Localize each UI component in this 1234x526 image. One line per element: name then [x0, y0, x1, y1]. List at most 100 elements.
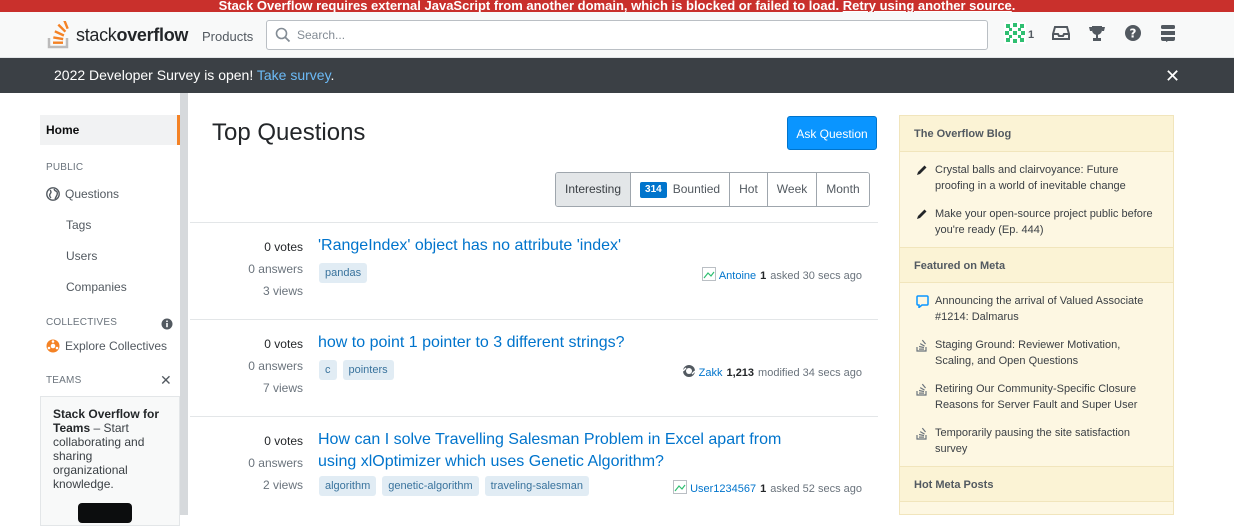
- view-count: 2 views: [262, 478, 303, 492]
- inbox-button[interactable]: [1052, 25, 1071, 46]
- blog-post-link[interactable]: Make your open-source project public bef…: [900, 200, 1173, 247]
- pencil-icon: [916, 164, 928, 181]
- user-link[interactable]: Zakk: [699, 367, 723, 379]
- featured-meta-header: Featured on Meta: [900, 247, 1173, 283]
- teams-promo-button[interactable]: [78, 503, 132, 523]
- stack-logo-icon: [916, 427, 928, 445]
- meta-post-title: Staging Ground: Reviewer Motivation, Sca…: [935, 339, 1121, 367]
- avatar-identicon: [1004, 21, 1026, 49]
- meta-post-link[interactable]: Staging Ground: Reviewer Motivation, Sca…: [900, 331, 1173, 375]
- svg-text:?: ?: [1130, 26, 1137, 40]
- search-input[interactable]: [297, 26, 977, 44]
- teams-promo: Stack Overflow for Teams – Start collabo…: [40, 396, 180, 526]
- meta-post-title: Retiring Our Community-Specific Closure …: [935, 383, 1138, 411]
- tag-genetic-algorithm[interactable]: genetic-algorithm: [382, 476, 479, 496]
- stack-logo-icon: [916, 383, 928, 401]
- question-meta: Antoine 1 asked 30 secs ago: [701, 267, 862, 284]
- nav-tags[interactable]: Tags: [66, 218, 91, 232]
- blog-post-link[interactable]: Crystal balls and clairvoyance: Future p…: [900, 152, 1173, 200]
- nav-explore-collectives[interactable]: Explore Collectives: [46, 339, 167, 356]
- nav-section-collectives: COLLECTIVES: [46, 317, 118, 328]
- question-title-link[interactable]: How can I solve Travelling Salesman Prob…: [318, 429, 818, 473]
- right-sidebar: The Overflow Blog Crystal balls and clai…: [899, 115, 1174, 515]
- help-icon: ?: [1124, 24, 1142, 47]
- retry-link[interactable]: Retry using another source: [843, 0, 1012, 12]
- help-button[interactable]: ?: [1124, 24, 1142, 47]
- question-action-time: asked 52 secs ago: [770, 482, 862, 495]
- tag-pointers[interactable]: pointers: [342, 360, 394, 380]
- nav-section-teams: TEAMS: [46, 375, 82, 386]
- meta-post-link[interactable]: Temporarily pausing the site satisfactio…: [900, 419, 1173, 466]
- nav-explore-collectives-label: Explore Collectives: [65, 339, 168, 353]
- user-avatar-button[interactable]: 1: [1004, 21, 1035, 49]
- left-sidebar-scrollbar[interactable]: [180, 93, 188, 515]
- filter-week[interactable]: Week: [767, 173, 818, 206]
- tag-pandas[interactable]: pandas: [319, 263, 368, 283]
- stackoverflow-logo-icon: [46, 18, 72, 49]
- vote-count: 0 votes: [264, 240, 303, 254]
- question-meta: Zakk 1,213 modified 34 secs ago: [682, 364, 862, 381]
- bounty-count-badge: 314: [640, 181, 667, 198]
- answer-count: 0 answers: [248, 359, 303, 373]
- question-summary: 0 votes 0 answers 2 views How can I solv…: [190, 416, 878, 513]
- logo-wordmark-light: stack: [76, 24, 117, 45]
- hot-meta-posts-header: Hot Meta Posts: [900, 466, 1173, 502]
- filter-bountied[interactable]: 314 Bountied: [631, 173, 731, 206]
- nav-home[interactable]: Home: [40, 115, 180, 145]
- blog-post-title: Crystal balls and clairvoyance: Future p…: [935, 164, 1126, 192]
- reputation-count: 1: [1028, 29, 1035, 41]
- site-switcher-button[interactable]: [1160, 24, 1176, 47]
- vote-count: 0 votes: [264, 434, 303, 448]
- globe-icon: [46, 187, 60, 204]
- nav-companies[interactable]: Companies: [66, 280, 127, 294]
- user-avatar-icon: [682, 364, 696, 381]
- search-box: [266, 20, 988, 50]
- take-survey-link[interactable]: Take survey: [257, 67, 331, 83]
- chat-bubble-icon: [916, 295, 929, 313]
- filter-bountied-label: Bountied: [672, 182, 721, 196]
- tag-traveling-salesman[interactable]: traveling-salesman: [484, 476, 589, 496]
- question-title-link[interactable]: 'RangeIndex' object has no attribute 'in…: [318, 235, 818, 257]
- question-action-time: modified 34 secs ago: [758, 366, 862, 379]
- question-tags: algorithm genetic-algorithm traveling-sa…: [319, 476, 595, 496]
- close-icon: ✕: [1165, 66, 1181, 86]
- survey-banner-text: 2022 Developer Survey is open! Take surv…: [54, 67, 334, 83]
- survey-banner: 2022 Developer Survey is open! Take surv…: [0, 58, 1234, 93]
- vote-count: 0 votes: [264, 337, 303, 351]
- nav-users[interactable]: Users: [66, 249, 97, 263]
- products-link[interactable]: Products: [202, 29, 253, 44]
- top-bar: stackoverflow Products Search... 1 ?: [0, 12, 1234, 58]
- page-title: Top Questions: [212, 119, 366, 146]
- ask-question-button[interactable]: Ask Question: [787, 116, 877, 150]
- achievements-button[interactable]: [1088, 24, 1106, 47]
- nav-questions[interactable]: Questions: [46, 187, 119, 204]
- tag-c[interactable]: c: [319, 360, 337, 380]
- logo-wordmark-bold: overflow: [116, 24, 189, 45]
- user-link[interactable]: User1234567: [690, 483, 756, 495]
- question-stats: 0 votes 0 answers 2 views: [190, 430, 303, 496]
- filter-hot[interactable]: Hot: [730, 173, 768, 206]
- meta-post-title: Temporarily pausing the site satisfactio…: [935, 427, 1131, 455]
- js-warning-text: Stack Overflow requires external JavaScr…: [218, 0, 843, 12]
- filter-month[interactable]: Month: [817, 173, 869, 206]
- meta-post-link[interactable]: Announcing the arrival of Valued Associa…: [900, 283, 1173, 331]
- info-icon[interactable]: [161, 317, 173, 335]
- collectives-icon: [46, 339, 60, 356]
- question-tags: c pointers: [319, 360, 400, 380]
- teams-close-button[interactable]: ✕: [160, 372, 172, 389]
- tag-algorithm[interactable]: algorithm: [319, 476, 377, 496]
- answer-count: 0 answers: [248, 456, 303, 470]
- stackoverflow-logo[interactable]: stackoverflow: [46, 18, 189, 49]
- user-reputation: 1,213: [726, 366, 755, 379]
- filter-interesting[interactable]: Interesting: [556, 173, 632, 206]
- top-icons: 1 ?: [1004, 21, 1194, 49]
- pencil-icon: [916, 208, 928, 225]
- user-link[interactable]: Antoine: [719, 270, 756, 282]
- close-banner-button[interactable]: ✕: [1165, 66, 1180, 87]
- meta-post-link[interactable]: Retiring Our Community-Specific Closure …: [900, 375, 1173, 419]
- user-reputation: 1: [760, 269, 767, 282]
- question-summary: 0 votes 0 answers 7 views how to point 1…: [190, 319, 878, 416]
- user-avatar-icon: [673, 480, 688, 497]
- search-icon: [275, 27, 291, 48]
- question-title-link[interactable]: how to point 1 pointer to 3 different st…: [318, 332, 818, 354]
